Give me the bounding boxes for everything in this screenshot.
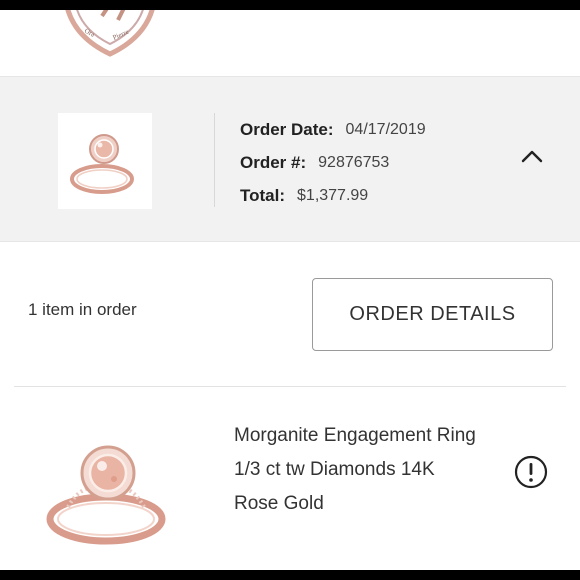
order-date-label: Order Date: <box>240 119 334 139</box>
heart-pendant-icon: Ora Pierre <box>65 10 155 57</box>
card-divider <box>214 113 215 207</box>
product-row[interactable]: Morganite Engagement Ring 1/3 ct tw Diam… <box>0 387 580 570</box>
order-thumbnail <box>58 113 152 209</box>
item-count: 1 item in order <box>28 300 137 319</box>
previous-order-strip: Ora Pierre <box>0 10 580 76</box>
ring-icon <box>70 134 134 194</box>
product-name-line: 1/3 ct tw Diamonds 14K <box>234 459 435 480</box>
order-total-label: Total: <box>240 185 286 205</box>
order-number-row: Order #: 92876753 <box>240 146 426 179</box>
order-details-button[interactable]: ORDER DETAILS <box>312 278 553 351</box>
product-name-line: Rose Gold <box>234 493 324 514</box>
order-number-value: 92876753 <box>318 153 390 171</box>
order-date-row: Order Date: 04/17/2019 <box>240 113 426 146</box>
chevron-up-icon[interactable] <box>518 143 546 171</box>
order-total-value: $1,377.99 <box>297 186 369 204</box>
svg-text:Pierre: Pierre <box>112 28 131 42</box>
order-info: Order Date: 04/17/2019 Order #: 92876753… <box>240 113 426 212</box>
ring-icon <box>46 445 166 545</box>
order-items-header: 1 item in order ORDER DETAILS <box>0 242 580 386</box>
order-number-label: Order #: <box>240 152 307 172</box>
order-total-row: Total: $1,377.99 <box>240 179 426 212</box>
alert-circle-icon[interactable] <box>514 455 548 489</box>
order-date-value: 04/17/2019 <box>345 120 426 138</box>
order-summary-card: Order Date: 04/17/2019 Order #: 92876753… <box>0 76 580 242</box>
product-name[interactable]: Morganite Engagement Ring 1/3 ct tw Diam… <box>234 419 504 521</box>
order-history-screen: Ora Pierre Order Date: 04/17/2019 Order … <box>0 10 580 570</box>
product-name-line: Morganite Engagement Ring <box>234 425 476 446</box>
